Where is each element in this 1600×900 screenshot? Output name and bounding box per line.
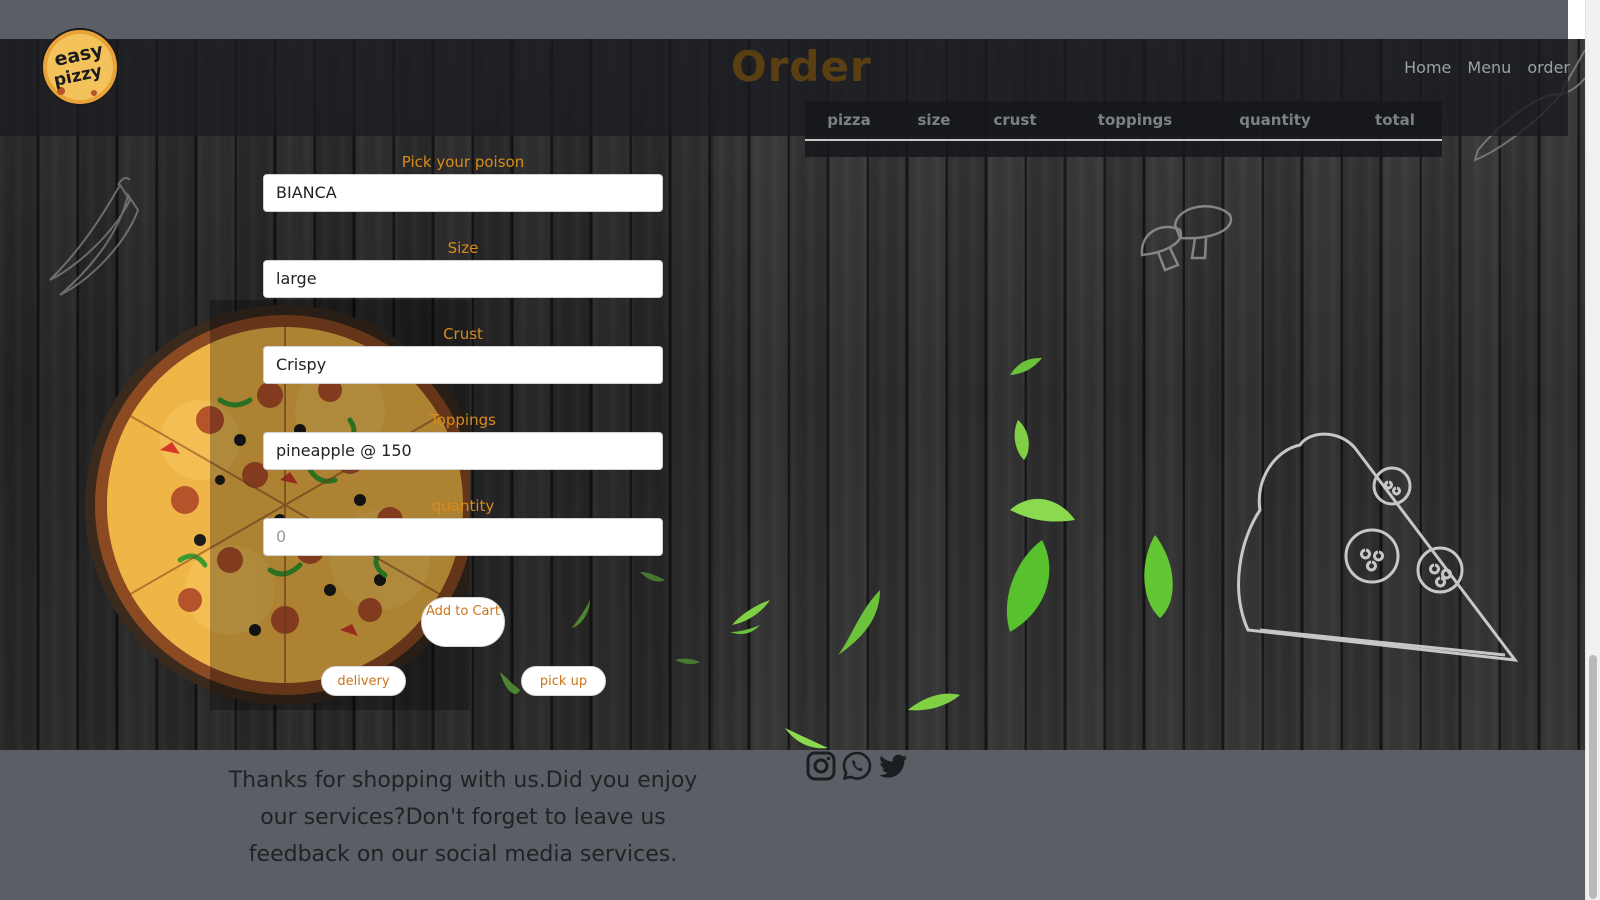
pick-up-button[interactable]: pick up [521, 666, 606, 696]
pizza-label: Pick your poison [401, 153, 525, 171]
column-header-total: total [1375, 111, 1415, 129]
size-label: Size [447, 239, 479, 257]
nav-order-link[interactable]: order [1527, 58, 1570, 77]
footer-message: Thanks for shopping with us.Did you enjo… [228, 768, 698, 867]
crust-label: Crust [443, 325, 483, 343]
toppings-label: Toppings [430, 411, 496, 429]
whatsapp-icon[interactable] [841, 750, 873, 782]
column-header-crust: crust [993, 111, 1037, 129]
size-select[interactable]: large [263, 260, 663, 298]
nav-menu-link[interactable]: Menu [1467, 58, 1511, 77]
social-links [805, 750, 909, 782]
instagram-icon[interactable] [805, 750, 837, 782]
mushroom-drawing [1140, 205, 1233, 272]
delivery-button[interactable]: delivery [321, 666, 406, 696]
quantity-input[interactable]: 0 [263, 518, 663, 556]
scroll-gutter [1568, 0, 1585, 39]
chili-pepper-drawing [49, 176, 140, 296]
column-header-quantity: quantity [1239, 111, 1311, 129]
column-header-size: size [917, 111, 951, 129]
order-table: pizza size crust toppings quantity total [805, 101, 1442, 157]
column-header-toppings: toppings [1097, 111, 1173, 129]
toppings-select[interactable]: pineapple @ 150 [263, 432, 663, 470]
logo[interactable]: easy pizzy [39, 21, 121, 113]
quantity-label: quantity [431, 497, 495, 515]
pizza-select[interactable]: BIANCA [263, 174, 663, 212]
add-to-cart-button[interactable]: Add to Cart [421, 597, 505, 647]
twitter-icon[interactable] [877, 750, 909, 782]
pizza-slice-drawing [1237, 432, 1519, 662]
column-header-pizza: pizza [827, 111, 871, 129]
order-table-header: pizza size crust toppings quantity total [805, 101, 1442, 141]
nav-links: Home Menu order [1404, 58, 1570, 77]
nav-home-link[interactable]: Home [1404, 58, 1451, 77]
scrollbar-thumb[interactable] [1589, 655, 1597, 899]
page-title: Order [731, 42, 872, 91]
top-strip [0, 0, 1568, 39]
crust-select[interactable]: Crispy [263, 346, 663, 384]
